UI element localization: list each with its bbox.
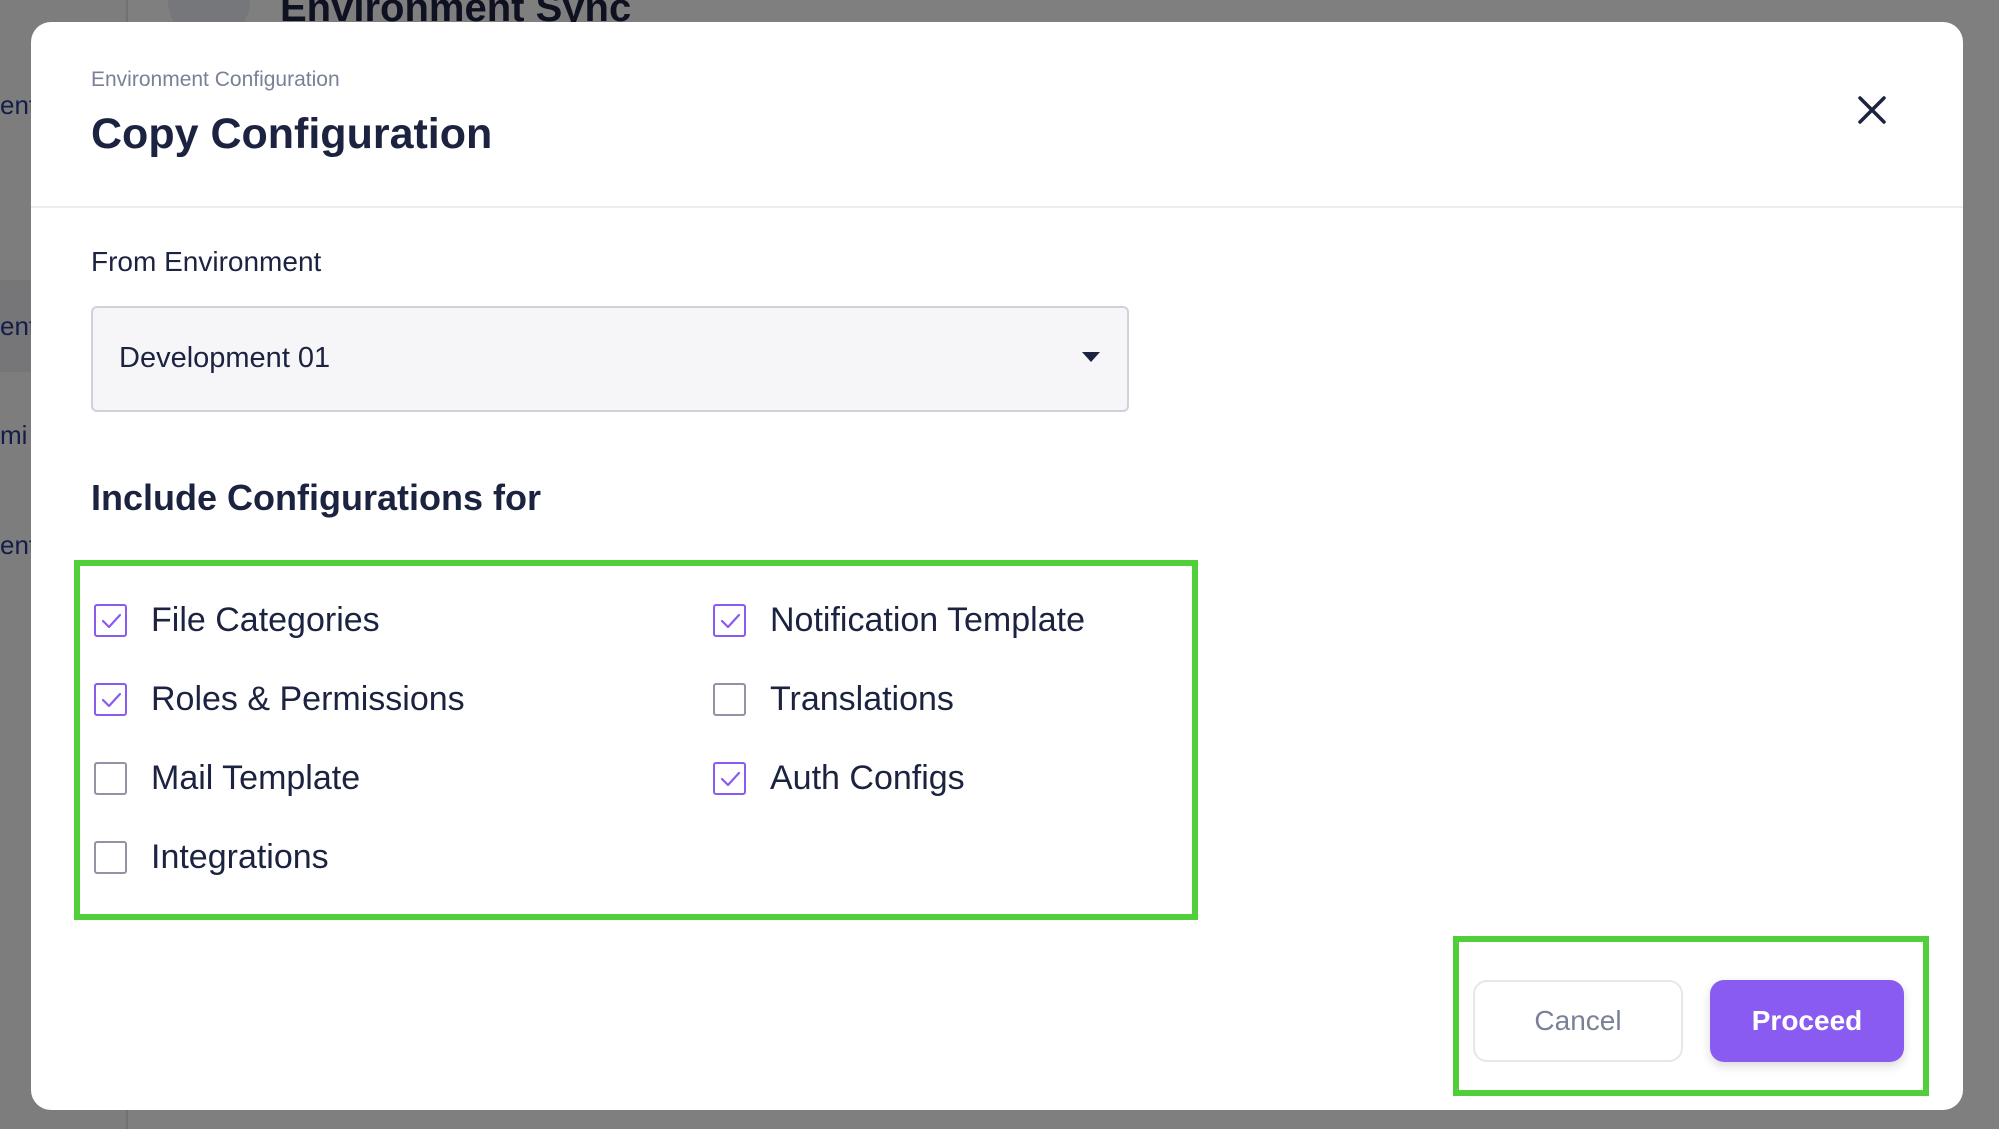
option-translations[interactable]: Translations [713,680,954,719]
from-environment-select[interactable]: Development 01 [91,306,1129,412]
option-integrations[interactable]: Integrations [94,838,329,877]
include-configurations-title: Include Configurations for [91,477,541,518]
checkbox-unchecked[interactable] [94,841,127,874]
checkbox-checked[interactable] [713,762,746,795]
caret-down-icon [1082,352,1100,362]
modal-header: Environment Configuration Copy Configura… [31,22,1963,208]
checkmark-icon [101,613,121,628]
checkmark-icon [720,771,740,786]
checkbox-unchecked[interactable] [713,683,746,716]
option-label: Roles & Permissions [151,680,465,718]
option-auth-configs[interactable]: Auth Configs [713,759,965,798]
checkbox-checked[interactable] [713,604,746,637]
checkbox-checked[interactable] [94,604,127,637]
close-button[interactable] [1846,84,1898,136]
option-mail-template[interactable]: Mail Template [94,759,360,798]
close-icon [1858,96,1886,124]
checkbox-unchecked[interactable] [94,762,127,795]
modal-title: Copy Configuration [91,110,493,158]
option-label: Mail Template [151,759,361,797]
proceed-button[interactable]: Proceed [1710,980,1904,1062]
option-label: Auth Configs [770,759,965,797]
modal-eyebrow: Environment Configuration [91,68,340,91]
option-roles-permissions[interactable]: Roles & Permissions [94,680,465,719]
option-label: File Categories [151,601,380,639]
option-label: Notification Template [770,601,1085,639]
copy-configuration-modal: Environment Configuration Copy Configura… [31,22,1963,1110]
option-label: Translations [770,680,954,718]
checkbox-checked[interactable] [94,683,127,716]
select-value: Development 01 [119,342,331,374]
option-label: Integrations [151,838,329,876]
from-environment-label: From Environment [91,246,322,277]
checkmark-icon [720,613,740,628]
option-file-categories[interactable]: File Categories [94,601,380,640]
cancel-button[interactable]: Cancel [1473,980,1683,1062]
option-notification-template[interactable]: Notification Template [713,601,1085,640]
checkmark-icon [101,692,121,707]
